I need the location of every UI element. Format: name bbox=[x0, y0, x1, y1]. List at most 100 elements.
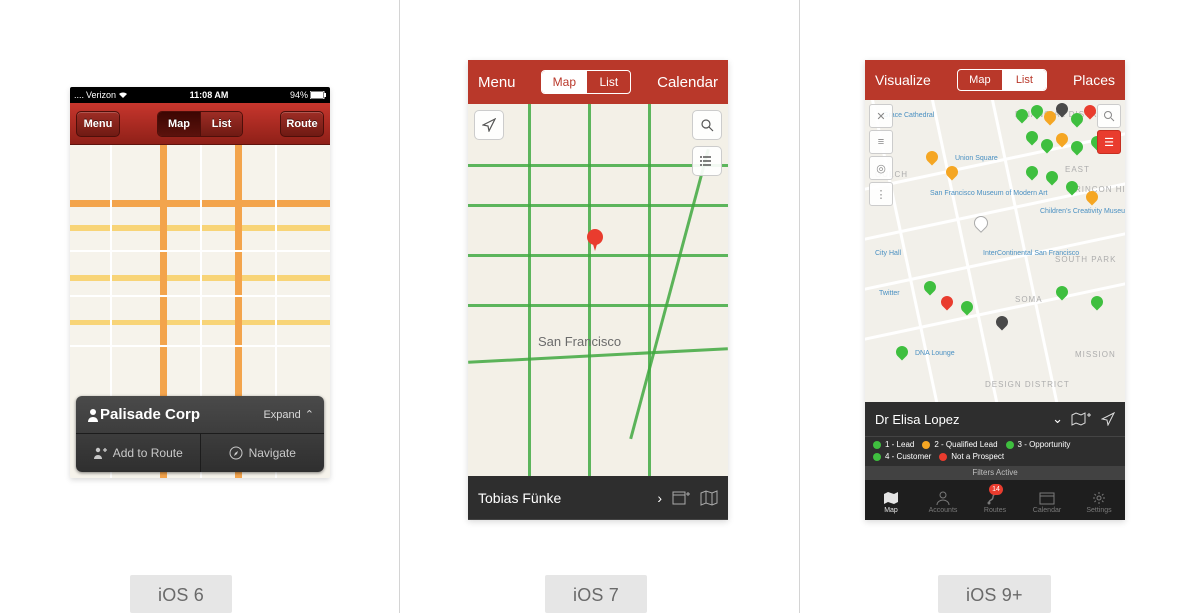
map-pin-icon[interactable] bbox=[1025, 130, 1039, 150]
poi-label: San Francisco Museum of Modern Art bbox=[930, 190, 1048, 197]
legend-item: 3 - Opportunity bbox=[1006, 440, 1071, 449]
map-pin-icon[interactable] bbox=[1025, 165, 1039, 185]
battery-label: 94% bbox=[290, 90, 308, 100]
map-pin-icon[interactable] bbox=[1070, 140, 1084, 160]
legend-label: 4 - Customer bbox=[885, 452, 931, 461]
map-view[interactable]: San Francisco bbox=[468, 104, 728, 476]
map-pin-icon[interactable] bbox=[1055, 285, 1069, 305]
map-pin-icon[interactable] bbox=[1015, 108, 1029, 128]
map-pin-icon[interactable] bbox=[923, 280, 937, 300]
tab-accounts[interactable]: Accounts bbox=[917, 480, 969, 520]
search-button[interactable] bbox=[1097, 104, 1121, 128]
legend-dot-icon bbox=[873, 441, 881, 449]
add-person-icon bbox=[93, 447, 107, 459]
visualize-button[interactable]: Visualize bbox=[875, 72, 931, 88]
legend-label: 2 - Qualified Lead bbox=[934, 440, 997, 449]
tab-settings[interactable]: Settings bbox=[1073, 480, 1125, 520]
nav-bar: Visualize Map List Places bbox=[865, 60, 1125, 100]
divider bbox=[799, 0, 800, 613]
map-pin-icon[interactable] bbox=[895, 345, 909, 365]
segment-list[interactable]: List bbox=[200, 112, 242, 136]
map-pin-selected-icon[interactable] bbox=[973, 215, 987, 235]
status-bar: .... Verizon 11:08 AM 94% bbox=[70, 87, 330, 103]
route-button[interactable]: Route bbox=[280, 111, 324, 137]
map-pin-icon[interactable] bbox=[1055, 132, 1069, 152]
segment-map[interactable]: Map bbox=[542, 71, 586, 93]
compass-icon bbox=[229, 446, 243, 460]
neighborhood-label: EAST bbox=[1065, 165, 1090, 174]
wifi-icon bbox=[118, 91, 128, 99]
tab-map[interactable]: Map bbox=[865, 480, 917, 520]
places-button[interactable]: Places bbox=[1073, 72, 1115, 88]
map-pin-icon[interactable] bbox=[995, 315, 1009, 335]
segment-map[interactable]: Map bbox=[958, 70, 1002, 90]
map-pin-icon[interactable] bbox=[1083, 104, 1097, 124]
map-list-segmented[interactable]: Map List bbox=[541, 70, 631, 94]
map-pin-icon[interactable] bbox=[925, 150, 939, 170]
legend-item: 2 - Qualified Lead bbox=[922, 440, 997, 449]
phone-ios9: Visualize Map List Places FINANCIAL DIST… bbox=[865, 60, 1125, 520]
segment-list[interactable]: List bbox=[1002, 70, 1046, 90]
legend-dot-icon bbox=[939, 453, 947, 461]
segment-map[interactable]: Map bbox=[158, 112, 200, 136]
clear-button[interactable]: ✕ bbox=[869, 104, 893, 128]
tab-badge: 14 bbox=[989, 484, 1003, 495]
city-label: San Francisco bbox=[538, 334, 621, 349]
search-icon bbox=[700, 118, 714, 132]
tab-calendar[interactable]: Calendar bbox=[1021, 480, 1073, 520]
map-fold-icon[interactable] bbox=[700, 490, 718, 506]
label-ios6: iOS 6 bbox=[130, 575, 232, 613]
battery-icon bbox=[310, 91, 326, 99]
poi-label: Children's Creativity Museum bbox=[1040, 208, 1125, 215]
map-pin-icon[interactable] bbox=[1070, 112, 1084, 132]
filter-button[interactable] bbox=[692, 146, 722, 176]
legend-toggle-button[interactable]: ☰ bbox=[1097, 130, 1121, 154]
tab-bar: MapAccountsRoutes14 Calendar Settings bbox=[865, 480, 1125, 520]
locate-button[interactable] bbox=[474, 110, 504, 140]
map-pin-icon[interactable] bbox=[940, 295, 954, 315]
map-list-segmented[interactable]: Map List bbox=[957, 69, 1047, 91]
map-pin-icon[interactable] bbox=[1055, 102, 1069, 122]
map-pin-icon[interactable] bbox=[945, 165, 959, 185]
list-icon bbox=[700, 154, 714, 168]
detail-bar[interactable]: Tobias Fünke › bbox=[468, 476, 728, 520]
target-button[interactable]: ◎ bbox=[869, 156, 893, 180]
detail-bar: Dr Elisa Lopez ⌄ 1 - Lead2 - Qualified L… bbox=[865, 402, 1125, 480]
menu-button[interactable]: Menu bbox=[478, 74, 516, 91]
map-pin-icon[interactable] bbox=[1085, 190, 1099, 210]
tab-label: Calendar bbox=[1033, 507, 1061, 514]
map-pin-icon[interactable] bbox=[1040, 138, 1054, 158]
account-name: Palisade Corp bbox=[100, 406, 263, 423]
more-button[interactable]: ⋮ bbox=[869, 182, 893, 206]
filters-active-button[interactable]: Filters Active bbox=[865, 466, 1125, 480]
map-pin-icon[interactable] bbox=[1045, 170, 1059, 190]
search-button[interactable] bbox=[692, 110, 722, 140]
navigate-icon[interactable] bbox=[1101, 412, 1115, 426]
poi-label: DNA Lounge bbox=[915, 350, 955, 357]
person-icon bbox=[935, 491, 951, 505]
map-pin-icon[interactable] bbox=[1065, 180, 1079, 200]
map-add-icon[interactable] bbox=[1071, 412, 1091, 426]
phone-ios7: Menu Map List Calendar San Francisco bbox=[468, 60, 728, 520]
map-pin-icon[interactable] bbox=[586, 229, 604, 255]
expand-button[interactable]: Expand ⌃ bbox=[263, 408, 314, 421]
segment-list[interactable]: List bbox=[586, 71, 630, 93]
layers-button[interactable]: ≡ bbox=[869, 130, 893, 154]
legend-label: Not a Prospect bbox=[951, 452, 1004, 461]
map-view[interactable]: Palisade Corp Expand ⌃ Add to Route bbox=[70, 145, 330, 478]
poi-label: Union Square bbox=[955, 155, 998, 162]
calendar-add-icon[interactable] bbox=[672, 490, 690, 506]
add-to-route-button[interactable]: Add to Route bbox=[76, 434, 200, 472]
nav-bar: Menu Map List Calendar bbox=[468, 60, 728, 104]
map-pin-icon[interactable] bbox=[960, 300, 974, 320]
map-icon bbox=[883, 491, 899, 505]
menu-button[interactable]: Menu bbox=[76, 111, 120, 137]
navigate-button[interactable]: Navigate bbox=[200, 434, 325, 472]
calendar-button[interactable]: Calendar bbox=[657, 74, 718, 91]
map-view[interactable]: FINANCIAL DISTRICT GULCH EAST RINCON HIL… bbox=[865, 100, 1125, 402]
map-pin-icon[interactable] bbox=[1090, 295, 1104, 315]
map-list-segmented[interactable]: Map List bbox=[157, 111, 243, 137]
map-pin-icon[interactable] bbox=[1030, 104, 1044, 124]
chevron-down-icon[interactable]: ⌄ bbox=[1052, 411, 1063, 427]
tab-routes[interactable]: Routes14 bbox=[969, 480, 1021, 520]
